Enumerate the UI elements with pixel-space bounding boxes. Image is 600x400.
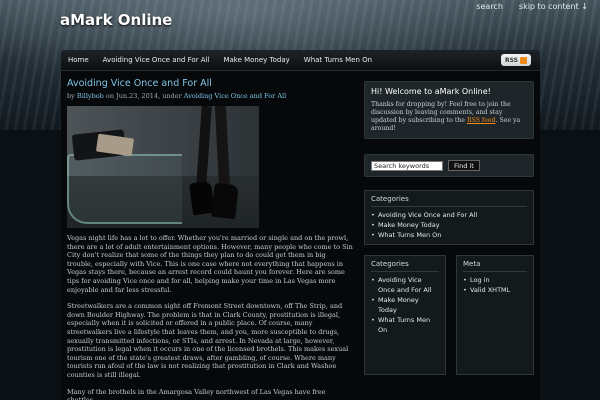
rss-label: RSS [505,56,518,64]
search-row: Find it [371,160,527,171]
author-link[interactable]: Billybob [77,92,104,100]
sidebar-columns: Categories Avoiding Vice Once and For Al… [364,255,534,375]
rss-icon [520,56,527,64]
meta-on: on Jun.23, 2014, under [105,92,182,100]
find-it-button[interactable]: Find it [448,160,480,171]
search-link[interactable]: search [476,2,503,11]
welcome-box: Hi! Welcome to aMark Online! Thanks for … [364,81,534,139]
meta-item-login[interactable]: Log in [463,275,527,285]
post-paragraph-1: Vegas night life has a lot to offer. Whe… [67,234,353,294]
search-input[interactable] [371,160,443,171]
post-paragraph-3: Many of the brothels in the Amargosa Val… [67,387,326,400]
post-meta: by Billybob on Jun.23, 2014, under Avoid… [67,92,353,100]
nav-item-make-money[interactable]: Make Money Today [216,56,296,64]
meta-by: by [67,92,75,100]
main-nav: Home Avoiding Vice Once and For All Make… [61,50,540,71]
meta-title: Meta [463,260,527,272]
search-box: Find it [364,154,534,177]
photo-glass-table [67,154,182,224]
nav-item-what-turns-men-on[interactable]: What Turns Men On [297,56,379,64]
category-item[interactable]: What Turns Men On [371,315,439,335]
post: Avoiding Vice Once and For All by Billyb… [67,78,353,400]
content-wrapper: Home Avoiding Vice Once and For All Make… [61,50,540,400]
category-link[interactable]: Avoiding Vice Once and For All [184,92,286,100]
photo-heel-right [211,182,239,220]
categories-title: Categories [371,195,527,207]
skip-to-content-link[interactable]: skip to content ↓ [519,2,588,11]
category-item[interactable]: Make Money Today [371,220,527,230]
nav-item-home[interactable]: Home [61,56,96,64]
nav-item-avoiding-vice[interactable]: Avoiding Vice Once and For All [96,56,217,64]
welcome-title: Hi! Welcome to aMark Online! [371,87,491,96]
site-title[interactable]: aMark Online [60,11,172,29]
post-title[interactable]: Avoiding Vice Once and For All [67,78,353,89]
sidebar: Hi! Welcome to aMark Online! Thanks for … [364,81,534,375]
meta-list: Log in Valid XHTML [463,275,527,295]
welcome-text: Thanks for dropping by! Feel free to joi… [371,101,527,133]
rss-feed-link[interactable]: RSS feed [467,117,496,124]
meta-item-valid-xhtml[interactable]: Valid XHTML [463,285,527,295]
categories-list: Avoiding Vice Once and For All Make Mone… [371,210,527,240]
category-item[interactable]: Avoiding Vice Once and For All [371,275,439,295]
category-item[interactable]: What Turns Men On [371,230,527,240]
categories-column-title: Categories [371,260,439,272]
meta-column: Meta Log in Valid XHTML [456,255,534,375]
post-image [67,106,259,228]
post-paragraph-2: Streetwalkers are a common sight off Fre… [67,302,349,379]
rss-button[interactable]: RSS [501,54,531,66]
categories-column: Categories Avoiding Vice Once and For Al… [364,255,446,375]
category-item[interactable]: Make Money Today [371,295,439,315]
top-links: search skip to content ↓ [476,2,588,11]
category-item[interactable]: Avoiding Vice Once and For All [371,210,527,220]
categories-box: Categories Avoiding Vice Once and For Al… [364,190,534,245]
categories-column-list: Avoiding Vice Once and For All Make Mone… [371,275,439,335]
